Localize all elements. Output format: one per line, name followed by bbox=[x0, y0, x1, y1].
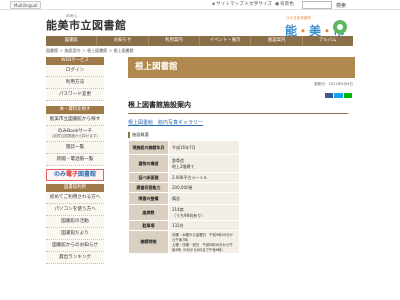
section-heading: 施設概要 bbox=[128, 132, 355, 138]
table-row: 延べ床面積 2,008平方メートル bbox=[128, 172, 240, 183]
e-library-banner[interactable]: のみ電子図書館 bbox=[46, 169, 104, 181]
sidebar-heading-usage: 図書館利用 bbox=[46, 184, 104, 192]
sidebar-item-book-search[interactable]: のみBookサーチ (加賀山図書館から探せます) bbox=[46, 126, 104, 142]
facebook-share-icon[interactable] bbox=[325, 93, 334, 98]
city-tagline: ひかる未来都市 bbox=[286, 16, 312, 20]
utility-bar: Multilingual A文字サイズ ●背景色 検索 bbox=[0, 0, 400, 10]
table-row: 障害の整備 備含 bbox=[128, 192, 240, 205]
search-button[interactable]: 検索 bbox=[336, 2, 346, 9]
facility-table: 現施設の開館年月 平成16年7月 建物の構造 鉄骨造 地上2階建て 延べ床面積 2,0… bbox=[128, 140, 240, 254]
line-share-icon[interactable] bbox=[343, 93, 352, 98]
sidebar-item-first-time[interactable]: 初めてご利用される方へ bbox=[46, 192, 104, 204]
sidebar-item-newsletter[interactable]: 図書館だより bbox=[46, 228, 104, 240]
nav-events[interactable]: イベント・展示 bbox=[200, 36, 252, 46]
sidebar-heading-search: 本・資料を探す bbox=[46, 106, 104, 114]
main-content: 根上図書館 更新日：2021年6月6日 根上図書館施設案内 根上図書館 館内写真… bbox=[128, 57, 355, 254]
sidebar-item-activities[interactable]: 図書館の活動 bbox=[46, 216, 104, 228]
background-color-control[interactable]: ●背景色 bbox=[275, 2, 294, 8]
updated-date: 更新日：2021年6月6日 bbox=[314, 82, 353, 86]
city-mascot-icon bbox=[333, 20, 347, 34]
twitter-share-icon[interactable] bbox=[334, 93, 343, 98]
gallery-link[interactable]: 根上図書館 館内写真ギャラリー bbox=[128, 119, 355, 126]
sidebar-item-notices[interactable]: 図書館からのお知らせ bbox=[46, 240, 104, 252]
color-palette-icon: ● bbox=[275, 2, 280, 7]
sidebar-heading-web: WEBサービス bbox=[46, 57, 104, 65]
content-title: 根上図書館施設案内 bbox=[128, 100, 348, 114]
sidebar-item-password[interactable]: パスワード変更 bbox=[46, 89, 104, 101]
table-row: 座席数 214席 （うち98机有り） bbox=[128, 204, 240, 221]
table-row: 現施設の開館年月 平成16年7月 bbox=[128, 140, 240, 155]
sidebar-item-pc-users[interactable]: パソコンを使う方へ bbox=[46, 204, 104, 216]
sidebar-item-login[interactable]: ログイン bbox=[46, 65, 104, 77]
font-size-control[interactable]: A文字サイズ bbox=[245, 2, 272, 8]
global-nav: 図書館 お知らせ 利用案内 イベント・展示 施設案内 アルバム bbox=[46, 36, 353, 46]
nav-library[interactable]: 図書館 bbox=[46, 36, 98, 46]
nav-usage[interactable]: 利用案内 bbox=[149, 36, 200, 46]
sidebar-item-usage[interactable]: 利用方法 bbox=[46, 77, 104, 89]
share-buttons bbox=[325, 93, 352, 98]
table-row: 蔵書収容能力 200,000冊 bbox=[128, 182, 240, 193]
search-input[interactable] bbox=[302, 1, 332, 9]
sidebar-item-ranking[interactable]: 貸出ランキング bbox=[46, 252, 104, 264]
site-title[interactable]: 能美市立図書館 bbox=[46, 17, 127, 33]
nav-facilities[interactable]: 施設案内 bbox=[251, 36, 303, 46]
sitemap-icon: ▪ bbox=[212, 2, 216, 7]
page-title: 根上図書館 bbox=[128, 57, 355, 78]
multilingual-button[interactable]: Multilingual bbox=[10, 1, 42, 9]
nav-album[interactable]: アルバム bbox=[303, 36, 353, 46]
table-row: 駐車場 132台 bbox=[128, 220, 240, 231]
sitemap-link[interactable]: ▪サイトマップ bbox=[212, 2, 244, 8]
sidebar-item-magazines[interactable]: 雑誌一覧 bbox=[46, 142, 104, 154]
sidebar-item-search-library[interactable]: 能美市立図書館から探す bbox=[46, 114, 104, 126]
text-size-icon: A bbox=[245, 2, 249, 7]
breadcrumb[interactable]: 図書館 ＞ 施設案内 ＞ 根上図書館 ＞ 根上図書館 bbox=[46, 48, 134, 54]
sidebar-item-newspapers[interactable]: 新聞・電話帳一覧 bbox=[46, 154, 104, 166]
table-row: 開館時間 月曜・水曜から金曜日 午前9時30分から午後7時 土曜・日曜・祝日 午前… bbox=[128, 230, 240, 254]
table-row: 建物の構造 鉄骨造 地上2階建て bbox=[128, 154, 240, 173]
nav-news[interactable]: お知らせ bbox=[97, 36, 149, 46]
sidebar: WEBサービス ログイン 利用方法 パスワード変更 本・資料を探す 能美市立図書… bbox=[46, 57, 104, 264]
